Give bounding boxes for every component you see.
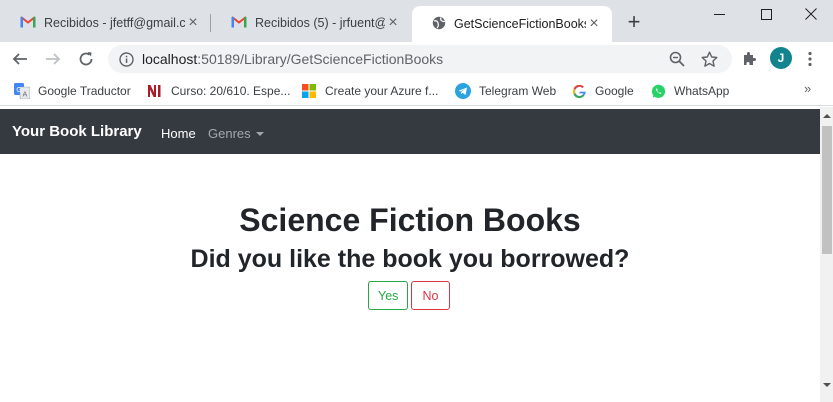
profile-avatar[interactable]: J: [770, 47, 792, 69]
close-tab-icon[interactable]: ×: [385, 15, 401, 31]
svg-text:A: A: [23, 91, 28, 99]
ni-icon: [147, 83, 163, 99]
google-icon: [571, 83, 587, 99]
close-window-icon[interactable]: [789, 0, 833, 28]
zoom-icon[interactable]: [668, 50, 686, 68]
scroll-down-arrow-icon[interactable]: [823, 383, 831, 387]
nav-genres-dropdown[interactable]: Genres: [208, 126, 264, 141]
scroll-thumb[interactable]: [822, 126, 832, 254]
bookmark-curso[interactable]: Curso: 20/610. Espe...: [147, 81, 290, 101]
tab-gmail-1[interactable]: Recibidos - jfetff@gmail.c ×: [0, 6, 211, 40]
no-button[interactable]: No: [411, 281, 450, 310]
tab-gmail-2[interactable]: Recibidos (5) - jrfuent@gr ×: [211, 6, 411, 40]
bookmark-google-translate[interactable]: GA Google Traductor: [14, 81, 131, 101]
microsoft-icon: [301, 83, 317, 99]
site-navbar: Your Book Library Home Genres: [0, 109, 820, 154]
bookmark-google[interactable]: Google: [571, 81, 634, 101]
extensions-icon[interactable]: [736, 46, 762, 72]
close-tab-icon[interactable]: ×: [185, 15, 201, 31]
bookmark-whatsapp[interactable]: WhatsApp: [650, 81, 729, 101]
gmail-icon: [231, 15, 247, 31]
url-text: localhost:50189/Library/GetScienceFictio…: [142, 51, 443, 67]
site-info-icon[interactable]: [117, 50, 135, 68]
tab-label: Recibidos - jfetff@gmail.c: [44, 16, 185, 30]
maximize-icon[interactable]: [744, 0, 788, 28]
nav-home-link[interactable]: Home: [161, 126, 196, 141]
globe-icon: [432, 16, 446, 33]
tab-active[interactable]: GetScienceFictionBooks ×: [412, 6, 612, 42]
nav-genres-label: Genres: [208, 126, 251, 141]
yes-button[interactable]: Yes: [368, 281, 408, 310]
bookmark-label: Telegram Web: [479, 84, 557, 98]
minimize-icon[interactable]: [697, 0, 741, 28]
bookmark-label: WhatsApp: [674, 84, 730, 98]
tab-strip: Recibidos - jfetff@gmail.c × Recibidos (…: [0, 0, 833, 42]
bookmark-label: Curso: 20/610. Espe...: [171, 84, 291, 98]
bookmark-label: Google Traductor: [38, 84, 131, 98]
svg-text:G: G: [16, 86, 21, 94]
forward-arrow-icon[interactable]: [40, 46, 66, 72]
more-bookmarks-icon[interactable]: »: [804, 81, 811, 96]
gmail-icon: [20, 15, 36, 31]
bookmark-star-icon[interactable]: [700, 50, 718, 68]
google-translate-icon: GA: [14, 83, 30, 99]
menu-kebab-icon[interactable]: [797, 46, 823, 72]
telegram-icon: [455, 83, 471, 99]
url-host: localhost: [142, 51, 198, 67]
bookmark-azure[interactable]: Create your Azure f...: [301, 81, 438, 101]
bookmark-label: Google: [595, 84, 634, 98]
page-title: Science Fiction Books: [239, 202, 581, 238]
tab-label: GetScienceFictionBooks: [454, 17, 586, 31]
new-tab-icon[interactable]: +: [622, 10, 646, 34]
address-toolbar: localhost:50189/Library/GetScienceFictio…: [0, 42, 833, 76]
whatsapp-icon: [650, 83, 666, 99]
site-brand[interactable]: Your Book Library: [12, 123, 142, 140]
borrow-question: Did you like the book you borrowed?: [190, 245, 630, 273]
back-arrow-icon[interactable]: [7, 46, 33, 72]
close-tab-icon[interactable]: ×: [586, 16, 602, 32]
answer-buttons: Yes No: [368, 281, 450, 310]
reload-icon[interactable]: [73, 46, 99, 72]
address-bar[interactable]: localhost:50189/Library/GetScienceFictio…: [108, 45, 732, 73]
bookmarks-bar: GA Google Traductor Curso: 20/610. Espe.…: [0, 76, 833, 106]
tab-label: Recibidos (5) - jrfuent@gr: [255, 16, 385, 30]
caret-down-icon: [255, 132, 264, 136]
vertical-scrollbar[interactable]: [820, 107, 833, 402]
bookmark-label: Create your Azure f...: [325, 84, 439, 98]
bookmark-telegram[interactable]: Telegram Web: [455, 81, 556, 101]
scroll-up-arrow-icon[interactable]: [823, 114, 831, 118]
url-path: :50189/Library/GetScienceFictionBooks: [197, 51, 444, 67]
page-viewport: Your Book Library Home Genres Science Fi…: [0, 107, 820, 402]
